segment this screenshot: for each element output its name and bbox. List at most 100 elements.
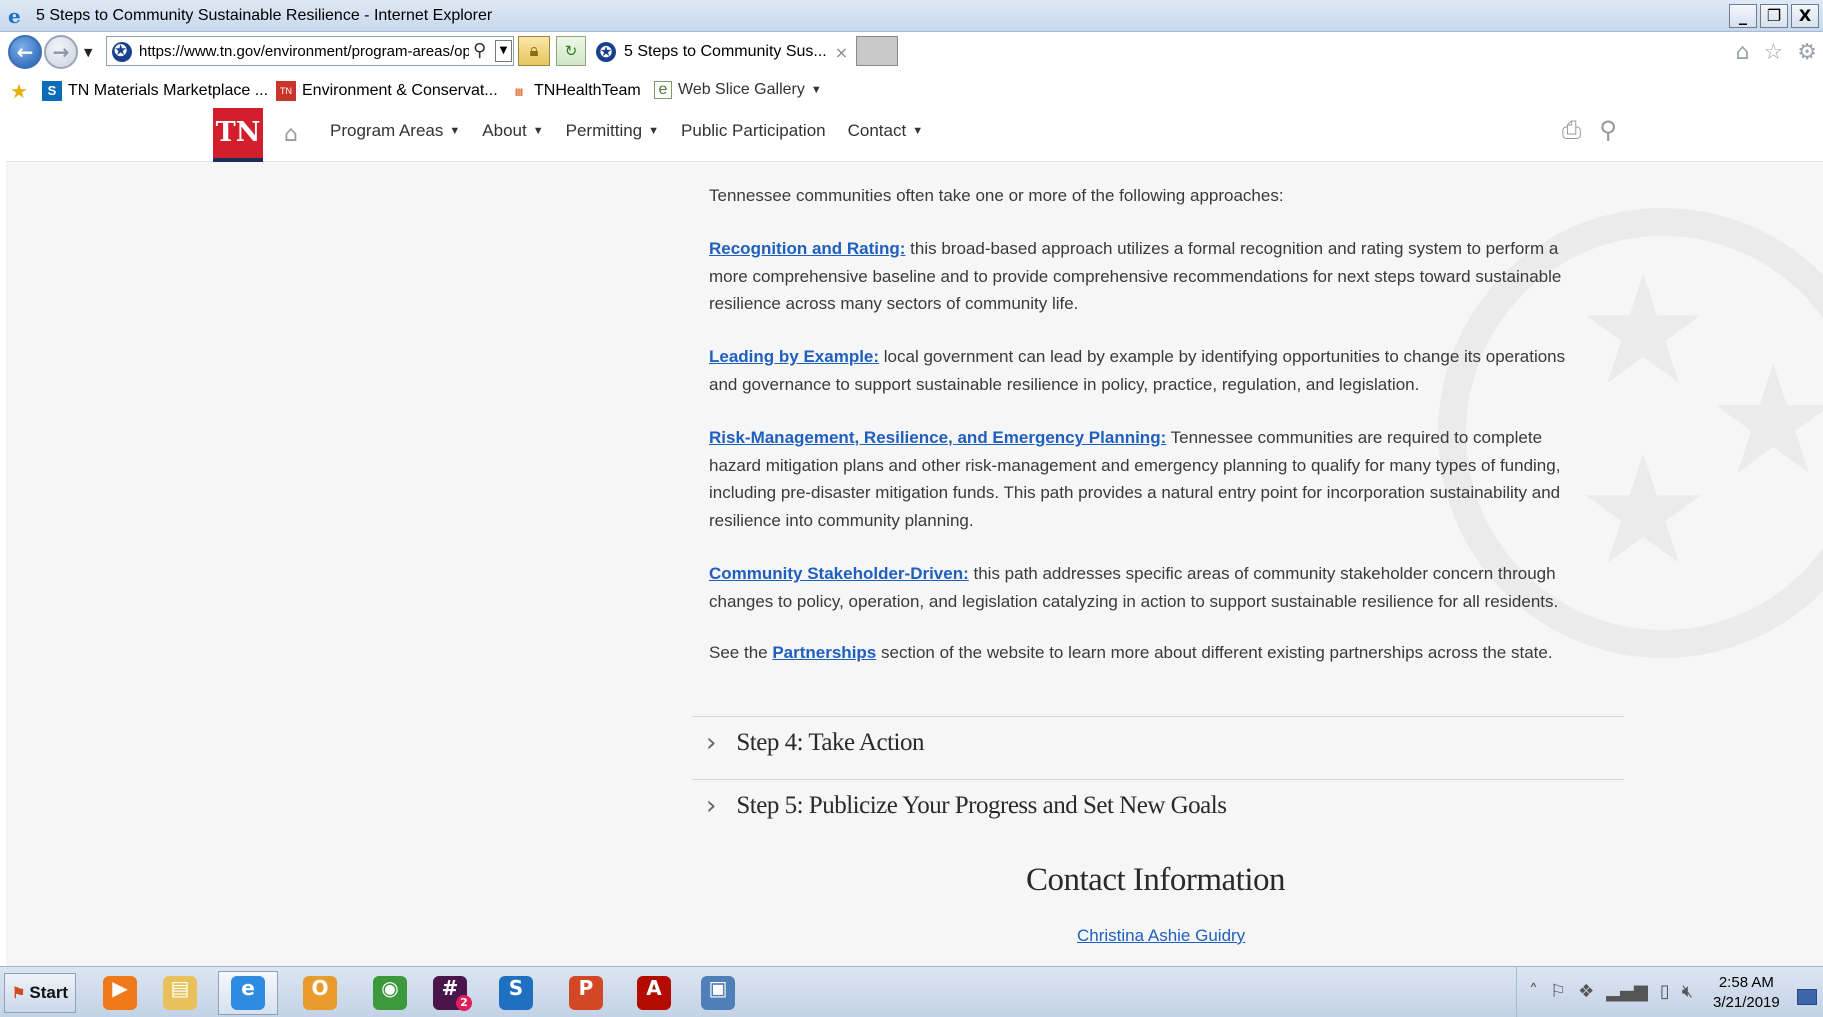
start-label: Start [29,983,69,1002]
browser-toolbar-icons: ⌂ ☆ ⚙ [1736,40,1817,65]
search-icon[interactable]: ⚲ [1599,116,1617,144]
intro-paragraph: Tennessee communities often take one or … [709,186,1284,205]
see-suffix: section of the website to learn more abo… [876,643,1553,662]
nav-label: Public Participation [681,121,826,140]
print-icon[interactable]: ⎙ [1562,116,1581,144]
skype-business-icon: S [499,976,533,1010]
close-window-button[interactable]: X [1791,4,1819,28]
taskbar-photos-button[interactable]: ▣ [688,971,748,1015]
security-lock-icon[interactable]: 🔒︎ [518,36,550,66]
taskbar-acrobat-button[interactable]: A [624,971,684,1015]
step-4-accordion[interactable]: › Step 4: Take Action [706,728,924,758]
favorites-star-icon[interactable]: ★ [10,79,28,104]
back-button[interactable]: ← [8,35,42,69]
star-icon: ★ [1706,334,1823,508]
favorite-link[interactable]: TN Environment & Conservat... [276,81,498,101]
web-slice-gallery-link[interactable]: e Web Slice Gallery ▼ [654,81,822,99]
nav-label: Contact [847,121,907,140]
approach-paragraph: Risk-Management, Resilience, and Emergen… [709,424,1589,534]
refresh-icon[interactable]: ↻ [556,36,586,66]
star-icon: ★ [1576,424,1711,598]
taskbar-file-explorer-button[interactable]: ▤ [150,971,210,1015]
nav-label: Permitting [565,121,643,140]
taskbar-slack-button[interactable]: #2 [420,971,480,1015]
recognition-and-rating-link[interactable]: Recognition and Rating: [709,239,905,258]
favorite-label: TN Materials Marketplace ... [68,82,269,99]
internet-explorer-icon: e [231,976,265,1010]
tn-logo[interactable]: TN [213,108,263,162]
tn-icon: TN [276,81,296,101]
show-desktop-button[interactable] [1797,989,1817,1005]
dropbox-icon[interactable]: ❖ [1578,981,1594,1002]
taskbar-internet-explorer-button[interactable]: e [218,971,278,1015]
favorite-label: Web Slice Gallery [678,81,805,98]
taskbar-media-player-button[interactable]: ▶ [90,971,150,1015]
taskbar-chrome-button[interactable]: ◉ [360,971,420,1015]
see-prefix: See the [709,643,773,662]
recent-pages-dropdown-icon[interactable]: ▼ [84,46,92,59]
action-center-flag-icon[interactable]: ⚐ [1550,981,1566,1002]
show-hidden-icons-icon[interactable]: ˄ [1529,981,1538,1002]
windows-taskbar: ⚑ Start ▶ ▤ e O ◉ #2 S P A ▣ ˄ ⚐ ❖ ▂▄▆ ▯ 🔇︎ 2:58 … [0,966,1823,1017]
partnerships-link[interactable]: Partnerships [772,643,876,662]
contact-name-link[interactable]: Christina Ashie Guidry [1077,926,1245,946]
chevron-right-icon: › [706,791,717,821]
clock-date: 3/21/2019 [1713,994,1780,1011]
header-tools: ⎙ ⚲ [1562,116,1617,144]
caret-down-icon: ▼ [532,125,544,137]
address-dropdown-icon[interactable]: ▼ [495,40,512,62]
nav-about[interactable]: About ▼ [482,121,543,141]
chevron-down-icon: ▼ [810,84,822,96]
caret-down-icon: ▼ [449,125,461,137]
sharepoint-icon: S [42,81,62,101]
community-stakeholder-link[interactable]: Community Stakeholder-Driven: [709,564,969,583]
acrobat-icon: A [637,976,671,1010]
windows-logo-icon: ⚑ [11,985,26,1002]
nav-permitting[interactable]: Permitting ▼ [566,121,659,141]
star-icon: ★ [1576,244,1711,418]
power-icon[interactable]: ▯ [1660,981,1670,1002]
leading-by-example-link[interactable]: Leading by Example: [709,347,879,366]
system-clock[interactable]: 2:58 AM 3/21/2019 [1713,973,1780,1013]
nav-contact[interactable]: Contact ▼ [848,121,923,141]
new-tab-button[interactable] [856,36,898,66]
forward-button[interactable]: → [44,35,78,69]
risk-management-link[interactable]: Risk-Management, Resilience, and Emergen… [709,428,1166,447]
notification-badge: 2 [456,995,472,1011]
powerpoint-icon: P [569,976,603,1010]
approach-paragraph: Leading by Example: local government can… [709,343,1589,398]
minimize-button[interactable]: _ [1729,4,1757,28]
tn-site-favicon-icon: ✪ [596,42,616,62]
taskbar-outlook-button[interactable]: O [290,971,350,1015]
divider [692,779,1624,780]
favorite-link[interactable]: S TN Materials Marketplace ... [42,81,268,101]
start-button[interactable]: ⚑ Start [4,973,76,1013]
internet-explorer-icon: e [8,4,21,28]
step-title: Step 4: Take Action [736,729,924,756]
home-icon[interactable]: ⌂ [284,122,298,147]
restore-button[interactable]: ❐ [1760,4,1788,28]
tab-close-icon[interactable]: × [835,43,848,62]
home-icon[interactable]: ⌂ [1736,40,1750,65]
settings-gear-icon[interactable]: ⚙ [1797,40,1817,65]
browser-nav-row: ← → ▼ https://www.tn.gov/environment/pro… [0,32,1823,72]
nav-program-areas[interactable]: Program Areas ▼ [330,121,460,141]
search-icon[interactable]: ⚲ [473,40,486,61]
browser-tab[interactable]: ✪ 5 Steps to Community Sus... × [596,38,848,66]
network-signal-icon[interactable]: ▂▄▆ [1606,981,1648,1002]
window-title: 5 Steps to Community Sustainable Resilie… [36,7,493,24]
address-bar[interactable]: https://www.tn.gov/environment/program-a… [106,36,514,66]
step-5-accordion[interactable]: › Step 5: Publicize Your Progress and Se… [706,791,1227,821]
address-url[interactable]: https://www.tn.gov/environment/program-a… [139,43,469,60]
tray-icons: ˄ ⚐ ❖ ▂▄▆ ▯ 🔇︎ [1529,981,1693,1002]
caret-down-icon: ▼ [912,125,924,137]
taskbar-powerpoint-button[interactable]: P [556,971,616,1015]
volume-muted-icon[interactable]: 🔇︎ [1682,981,1693,1002]
taskbar-skype-business-button[interactable]: S [486,971,546,1015]
system-tray: ˄ ⚐ ❖ ▂▄▆ ▯ 🔇︎ 2:58 AM 3/21/2019 [1516,967,1823,1017]
favorites-star-icon[interactable]: ☆ [1764,40,1784,65]
outlook-icon: O [303,976,337,1010]
favorite-link[interactable]: ıııı TNHealthTeam [508,81,640,101]
clock-time: 2:58 AM [1718,974,1774,991]
nav-public-participation[interactable]: Public Participation [681,121,826,141]
